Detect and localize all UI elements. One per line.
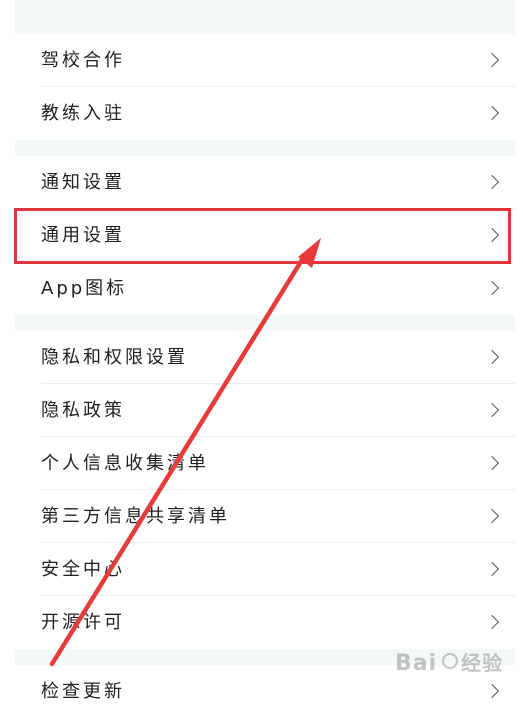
pointer-arrow-icon bbox=[49, 238, 321, 667]
settings-page: 驾校合作 教练入驻 通知设置 通用设置 App图标 隐私和权限设置 隐私政策 个… bbox=[0, 0, 523, 718]
svg-text:经验: 经验 bbox=[461, 651, 503, 675]
svg-text:Bai: Bai bbox=[395, 651, 437, 676]
baidu-watermark-logo: Bai 经验 bbox=[395, 643, 510, 683]
